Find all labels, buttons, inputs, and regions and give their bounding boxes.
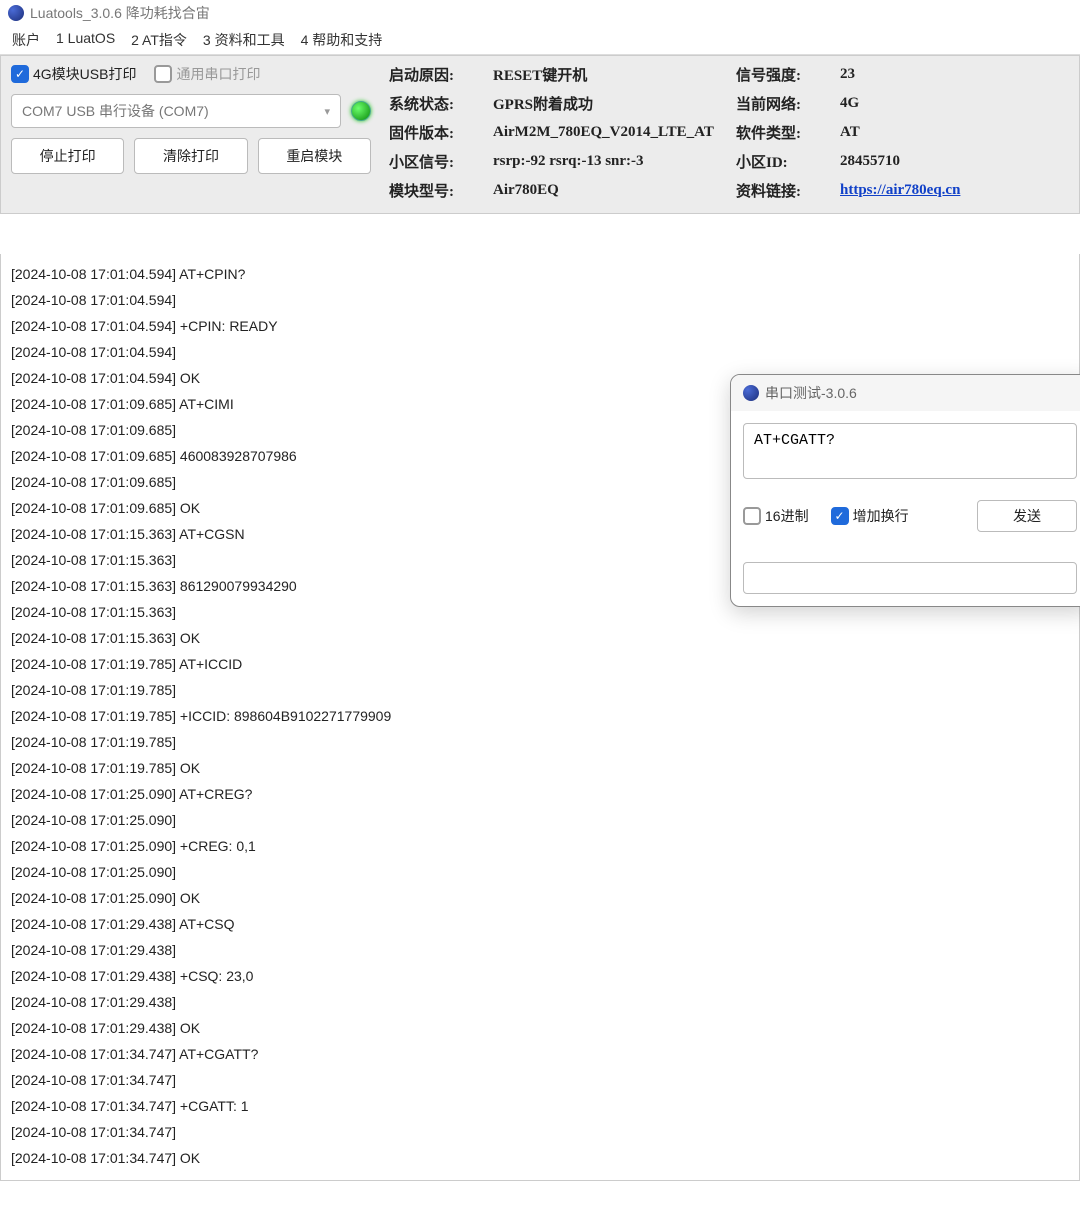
- top-panel: 4G模块USB打印 通用串口打印 COM7 USB 串行设备 (COM7) ▾ …: [0, 55, 1080, 214]
- chevron-down-icon: ▾: [324, 105, 330, 118]
- menu-bar: 账户 1 LuatOS 2 AT指令 3 资料和工具 4 帮助和支持: [0, 26, 1080, 55]
- menu-account[interactable]: 账户: [12, 30, 40, 50]
- send-button[interactable]: 发送: [977, 500, 1077, 532]
- log-line: [2024-10-08 17:01:25.090] +CREG: 0,1: [11, 834, 1069, 860]
- net-value: 4G: [840, 95, 1069, 112]
- port-select-text: COM7 USB 串行设备 (COM7): [22, 101, 209, 121]
- log-line: [2024-10-08 17:01:29.438]: [11, 938, 1069, 964]
- restart-module-button[interactable]: 重启模块: [258, 138, 371, 174]
- cell-id-label: 小区ID:: [736, 151, 826, 172]
- checkbox-icon: [154, 65, 172, 83]
- log-line: [2024-10-08 17:01:25.090]: [11, 860, 1069, 886]
- newline-label: 增加换行: [853, 506, 909, 526]
- popup-output[interactable]: [743, 562, 1077, 594]
- cell-id-value: 28455710: [840, 153, 1069, 170]
- print-mode-row: 4G模块USB打印 通用串口打印: [11, 64, 371, 84]
- usb-print-label: 4G模块USB打印: [33, 64, 136, 84]
- log-line: [2024-10-08 17:01:04.594] +CPIN: READY: [11, 314, 1069, 340]
- stop-print-button[interactable]: 停止打印: [11, 138, 124, 174]
- status-led-icon: [351, 101, 371, 121]
- hex-label: 16进制: [765, 506, 809, 526]
- fw-label: 固件版本:: [389, 122, 479, 143]
- log-line: [2024-10-08 17:01:34.747] +CGATT: 1: [11, 1094, 1069, 1120]
- sw-type-value: AT: [840, 124, 1069, 141]
- serial-print-label: 通用串口打印: [176, 64, 260, 84]
- port-row: COM7 USB 串行设备 (COM7) ▾: [11, 94, 371, 128]
- control-column: 4G模块USB打印 通用串口打印 COM7 USB 串行设备 (COM7) ▾ …: [11, 64, 371, 201]
- log-line: [2024-10-08 17:01:04.594] AT+CPIN?: [11, 262, 1069, 288]
- log-line: [2024-10-08 17:01:19.785]: [11, 678, 1069, 704]
- cell-sig-value: rsrp:-92 rsrq:-13 snr:-3: [493, 153, 722, 170]
- menu-help[interactable]: 4 帮助和支持: [301, 30, 383, 50]
- serial-print-option[interactable]: 通用串口打印: [154, 64, 260, 84]
- menu-docs-tools[interactable]: 3 资料和工具: [203, 30, 285, 50]
- signal-value: 23: [840, 66, 1069, 83]
- log-line: [2024-10-08 17:01:04.594]: [11, 288, 1069, 314]
- cell-sig-label: 小区信号:: [389, 151, 479, 172]
- log-line: [2024-10-08 17:01:25.090]: [11, 808, 1069, 834]
- log-line: [2024-10-08 17:01:15.363] OK: [11, 626, 1069, 652]
- app-icon: [8, 5, 24, 21]
- doc-link[interactable]: https://air780eq.cn: [840, 182, 960, 198]
- net-label: 当前网络:: [736, 93, 826, 114]
- port-select[interactable]: COM7 USB 串行设备 (COM7) ▾: [11, 94, 341, 128]
- usb-print-option[interactable]: 4G模块USB打印: [11, 64, 136, 84]
- log-line: [2024-10-08 17:01:29.438]: [11, 990, 1069, 1016]
- title-bar: Luatools_3.0.6 降功耗找合宙: [0, 0, 1080, 26]
- doc-label: 资料链接:: [736, 180, 826, 201]
- log-line: [2024-10-08 17:01:19.785] OK: [11, 756, 1069, 782]
- menu-luatos[interactable]: 1 LuatOS: [56, 30, 115, 50]
- sw-type-label: 软件类型:: [736, 122, 826, 143]
- log-line: [2024-10-08 17:01:04.594]: [11, 340, 1069, 366]
- log-line: [2024-10-08 17:01:34.747] OK: [11, 1146, 1069, 1172]
- log-line: [2024-10-08 17:01:19.785] +ICCID: 898604…: [11, 704, 1069, 730]
- log-line: [2024-10-08 17:01:25.090] AT+CREG?: [11, 782, 1069, 808]
- clear-print-button[interactable]: 清除打印: [134, 138, 247, 174]
- popup-titlebar: 串口测试-3.0.6: [731, 375, 1080, 411]
- log-line: [2024-10-08 17:01:29.438] AT+CSQ: [11, 912, 1069, 938]
- status-grid: 启动原因: RESET键开机 信号强度: 23 系统状态: GPRS附着成功 当…: [371, 64, 1069, 201]
- hex-option[interactable]: 16进制: [743, 506, 809, 526]
- checkbox-icon: [11, 65, 29, 83]
- checkbox-icon: [831, 507, 849, 525]
- menu-at[interactable]: 2 AT指令: [131, 30, 187, 50]
- log-line: [2024-10-08 17:01:29.438] +CSQ: 23,0: [11, 964, 1069, 990]
- model-value: Air780EQ: [493, 182, 722, 199]
- log-line: [2024-10-08 17:01:29.438] OK: [11, 1016, 1069, 1042]
- serial-command-input[interactable]: [743, 423, 1077, 479]
- popup-title-text: 串口测试-3.0.6: [765, 383, 857, 403]
- serial-test-popup: 串口测试-3.0.6 16进制 增加换行 发送: [730, 374, 1080, 607]
- model-label: 模块型号:: [389, 180, 479, 201]
- sys-state-label: 系统状态:: [389, 93, 479, 114]
- window-title: Luatools_3.0.6 降功耗找合宙: [30, 3, 210, 23]
- boot-reason-value: RESET键开机: [493, 64, 722, 85]
- app-icon: [743, 385, 759, 401]
- log-line: [2024-10-08 17:01:19.785] AT+ICCID: [11, 652, 1069, 678]
- popup-options-row: 16进制 增加换行 发送: [743, 500, 1077, 532]
- sys-state-value: GPRS附着成功: [493, 93, 722, 114]
- button-row: 停止打印 清除打印 重启模块: [11, 138, 371, 174]
- log-line: [2024-10-08 17:01:34.747]: [11, 1120, 1069, 1146]
- log-line: [2024-10-08 17:01:25.090] OK: [11, 886, 1069, 912]
- log-line: [2024-10-08 17:01:34.747] AT+CGATT?: [11, 1042, 1069, 1068]
- signal-label: 信号强度:: [736, 64, 826, 85]
- checkbox-icon: [743, 507, 761, 525]
- fw-value: AirM2M_780EQ_V2014_LTE_AT: [493, 124, 722, 141]
- boot-reason-label: 启动原因:: [389, 64, 479, 85]
- newline-option[interactable]: 增加换行: [831, 506, 909, 526]
- log-line: [2024-10-08 17:01:34.747]: [11, 1068, 1069, 1094]
- log-line: [2024-10-08 17:01:19.785]: [11, 730, 1069, 756]
